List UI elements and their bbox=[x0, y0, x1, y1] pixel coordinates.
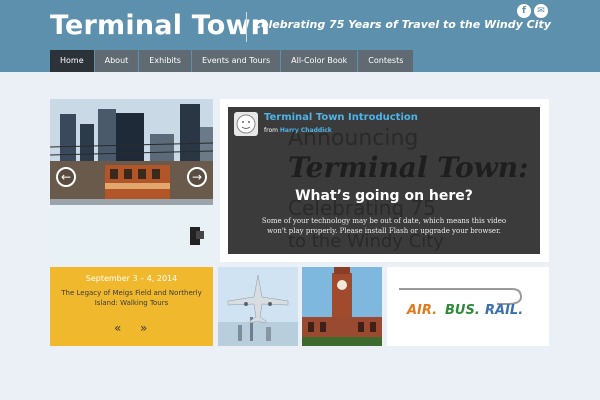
air-bus-rail-card[interactable]: AIR. BUS. RAIL. bbox=[387, 267, 549, 346]
video-warning-heading: What’s going on here? bbox=[295, 188, 473, 204]
nav-item-contests[interactable]: Contests bbox=[358, 50, 414, 72]
event-prev-button[interactable]: « bbox=[114, 321, 121, 335]
nav-item-events-and-tours[interactable]: Events and Tours bbox=[191, 50, 281, 72]
author-avatar[interactable] bbox=[234, 112, 258, 136]
email-icon[interactable]: ✉ bbox=[534, 4, 548, 18]
airplane-thumbnail[interactable] bbox=[218, 267, 298, 346]
logo-word-bus: BUS. bbox=[445, 303, 480, 318]
poster-text-line-2: Terminal Town: bbox=[288, 151, 528, 184]
clock-tower-image bbox=[302, 267, 382, 346]
video-title-link[interactable]: Terminal Town Introduction bbox=[264, 112, 418, 123]
slider-next-button[interactable]: → bbox=[187, 167, 207, 187]
nav-item-about[interactable]: About bbox=[94, 50, 139, 72]
facebook-icon[interactable]: f bbox=[517, 4, 531, 18]
event-next-button[interactable]: » bbox=[140, 321, 147, 335]
main-nav: Home About Exhibits Events and Tours All… bbox=[50, 50, 414, 72]
video-byline: from Harry Chaddick bbox=[264, 127, 332, 134]
nav-item-all-color-book[interactable]: All-Color Book bbox=[281, 50, 358, 72]
logo-word-rail: RAIL. bbox=[485, 303, 523, 318]
logo-word-air: AIR. bbox=[406, 303, 437, 318]
title-divider bbox=[246, 12, 247, 42]
video-from-label: from bbox=[264, 127, 278, 134]
site-tagline: Celebrating 75 Years of Travel to the Wi… bbox=[253, 18, 551, 31]
airplane-image bbox=[218, 267, 298, 346]
event-date: September 3 – 4, 2014 bbox=[85, 274, 178, 283]
video-warning-message: Some of your technology may be out of da… bbox=[261, 217, 507, 235]
video-author-link[interactable]: Harry Chaddick bbox=[280, 127, 332, 134]
slider-prev-button[interactable]: ← bbox=[56, 167, 76, 187]
air-bus-rail-logo: AIR. BUS. RAIL. bbox=[387, 267, 549, 346]
event-title[interactable]: The Legacy of Meigs Field and Northerly … bbox=[58, 288, 205, 308]
avatar-face-icon bbox=[236, 114, 256, 134]
clock-tower-thumbnail[interactable] bbox=[302, 267, 382, 346]
nav-item-home[interactable]: Home bbox=[50, 50, 94, 72]
nav-item-exhibits[interactable]: Exhibits bbox=[139, 50, 191, 72]
site-title[interactable]: Terminal Town bbox=[50, 10, 270, 41]
